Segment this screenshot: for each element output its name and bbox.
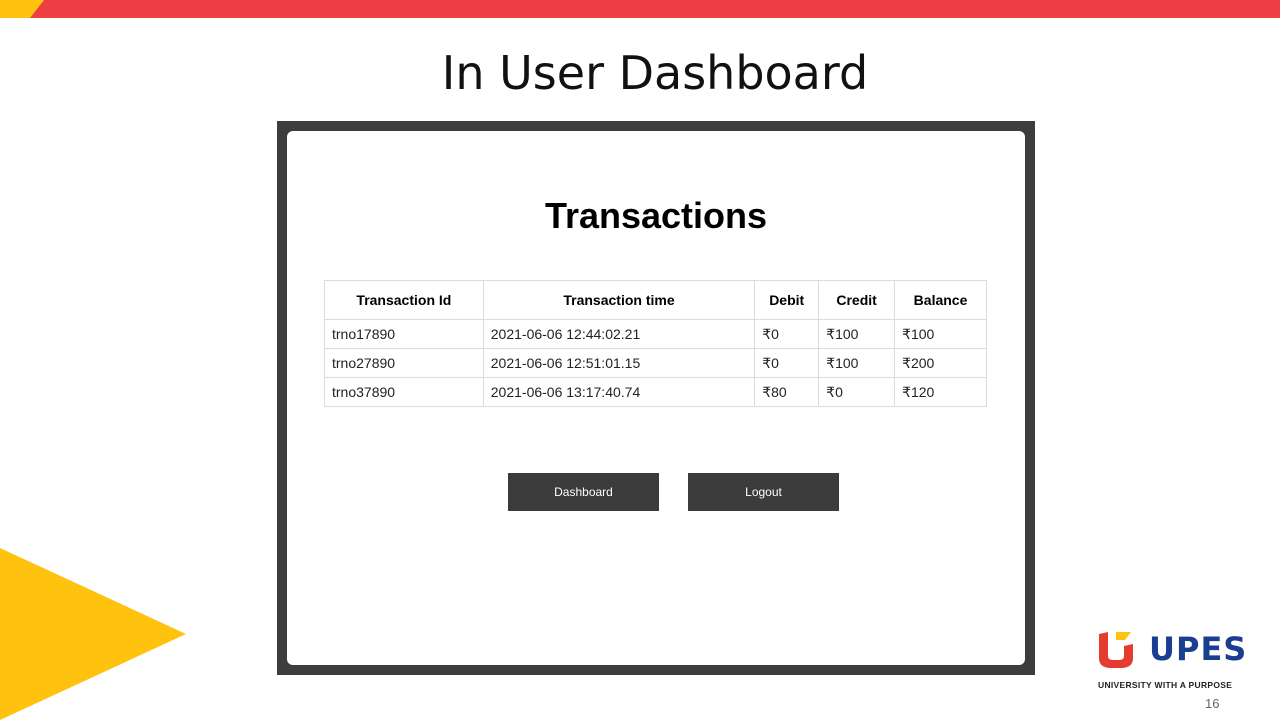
header-credit: Credit: [818, 280, 896, 320]
table-row: trno27890 2021-06-06 12:51:01.15 ₹0 ₹100…: [324, 348, 987, 378]
yellow-corner-triangle: [0, 548, 186, 720]
cell-transaction-time: 2021-06-06 12:51:01.15: [482, 348, 756, 378]
cell-transaction-id: trno17890: [324, 319, 484, 349]
cell-balance: ₹120: [894, 377, 987, 407]
cell-debit: ₹0: [754, 348, 820, 378]
cell-transaction-time: 2021-06-06 12:44:02.21: [482, 319, 756, 349]
transactions-table: Transaction Id Transaction time Debit Cr…: [324, 280, 987, 407]
cell-transaction-id: trno37890: [324, 377, 484, 407]
cell-credit: ₹0: [818, 377, 896, 407]
header-transaction-id: Transaction Id: [324, 280, 484, 320]
table-header-row: Transaction Id Transaction time Debit Cr…: [324, 280, 987, 320]
upes-logo-icon: [1099, 632, 1133, 668]
logo-tagline: UNIVERSITY WITH A PURPOSE: [1098, 680, 1233, 690]
cell-balance: ₹200: [894, 348, 987, 378]
logo-wordmark: UPES: [1149, 630, 1248, 668]
slide-title: In User Dashboard: [441, 46, 869, 100]
cell-debit: ₹0: [754, 319, 820, 349]
table-row: trno37890 2021-06-06 13:17:40.74 ₹80 ₹0 …: [324, 377, 987, 407]
table-row: trno17890 2021-06-06 12:44:02.21 ₹0 ₹100…: [324, 319, 987, 349]
cell-credit: ₹100: [818, 348, 896, 378]
top-yellow-accent: [0, 0, 44, 18]
header-balance: Balance: [894, 280, 987, 320]
top-red-bar: [0, 0, 1280, 18]
page-number: 16: [1205, 696, 1220, 711]
cell-credit: ₹100: [818, 319, 896, 349]
logout-button[interactable]: Logout: [688, 473, 839, 511]
cell-debit: ₹80: [754, 377, 820, 407]
upes-logo: UPES UNIVERSITY WITH A PURPOSE: [1097, 630, 1257, 692]
cell-transaction-id: trno27890: [324, 348, 484, 378]
page-heading: Transactions: [544, 195, 768, 236]
screenshot-frame: Transactions Transaction Id Transaction …: [277, 121, 1035, 675]
dashboard-button[interactable]: Dashboard: [508, 473, 659, 511]
cell-transaction-time: 2021-06-06 13:17:40.74: [482, 377, 756, 407]
header-debit: Debit: [754, 280, 820, 320]
cell-balance: ₹100: [894, 319, 987, 349]
app-screen: Transactions Transaction Id Transaction …: [287, 131, 1025, 665]
header-transaction-time: Transaction time: [482, 280, 756, 320]
